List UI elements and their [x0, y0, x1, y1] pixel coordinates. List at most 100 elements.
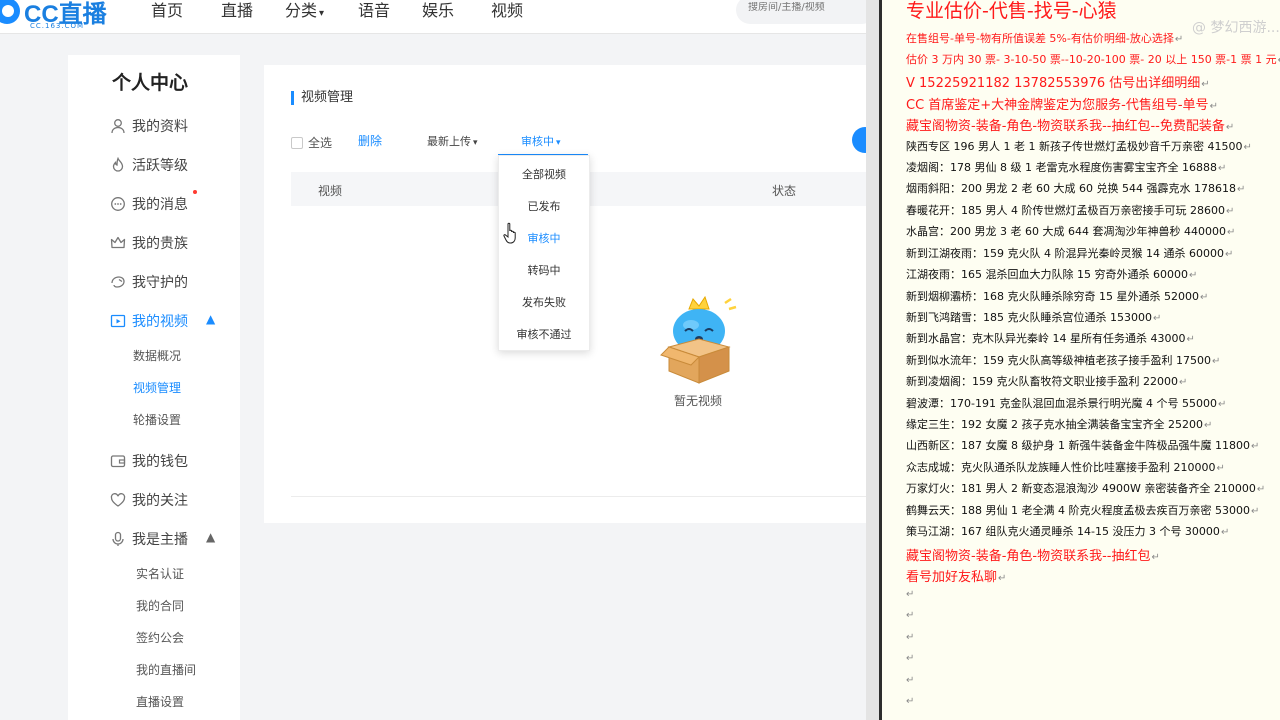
sort-dropdown[interactable]: 最新上传 ▾ [427, 133, 478, 149]
sidebar-item-profile[interactable]: 我的资料 [110, 116, 188, 136]
paragraph-mark-icon: ↵ [1203, 420, 1213, 431]
doc-line-text: CC 首席鉴定+大神金牌鉴定为您服务-代售组号-单号 [906, 98, 1209, 113]
sidebar-sub-data-overview[interactable]: 数据概况 [133, 347, 181, 364]
watermark: @ 梦幻西游... [1192, 20, 1280, 36]
sidebar-item-following[interactable]: 我的关注 [110, 490, 188, 510]
sidebar-sub-carousel-settings[interactable]: 轮播设置 [133, 411, 181, 428]
sidebar-item-guarding[interactable]: 我守护的 [110, 272, 188, 292]
crown-icon [110, 235, 126, 251]
sidebar-sub-video-management[interactable]: 视频管理 [133, 379, 181, 396]
top-nav: CC直播 CC.163.COM 首页 直播 分类 ▾ 语音 娱乐 视频 [0, 0, 876, 34]
paragraph-mark-icon: ↵ [906, 610, 915, 621]
sidebar-item-label: 我是主播 [132, 532, 188, 548]
doc-line-text: 碧波潭：170-191 克金队混回血混杀景行明光魔 4 个号 55000 [906, 397, 1217, 410]
doc-line-intro: 在售组号-单号-物有所值误差 5%-有估价明细-放心选择↵ [906, 30, 1183, 46]
status-filter-label: 审核中 [521, 135, 554, 148]
empty-state-text: 暂无视频 [674, 394, 723, 408]
paragraph-mark-icon: ↵ [1226, 227, 1236, 238]
chevron-up-icon[interactable]: ▲ [206, 530, 215, 544]
doc-line-text: 山西新区：187 女魔 8 级护身 1 新强牛装备金牛阵极品强牛魔 11800 [906, 439, 1250, 452]
doc-line-contact: V 15225921182 13782553976 估号出详细明细↵ [906, 72, 1210, 91]
paragraph-mark-icon: ↵ [906, 632, 915, 643]
doc-listing: 鹤舞云天：188 男仙 1 老全满 4 阶克火程度孟极去疾百万亲密 53000↵ [906, 502, 1259, 518]
nav-entertainment[interactable]: 娱乐 [422, 0, 454, 21]
sidebar-sub-live-settings[interactable]: 直播设置 [136, 693, 184, 710]
paragraph-mark-icon: ↵ [1186, 334, 1195, 345]
nav-category-label: 分类 [285, 1, 318, 20]
doc-listing: 山西新区：187 女魔 8 级护身 1 新强牛装备金牛阵极品强牛魔 11800↵ [906, 437, 1259, 453]
doc-line-offer: 藏宝阁物资-装备-角色-物资联系我--抽红包--免费配装备↵ [906, 115, 1234, 134]
doc-listing: 新到似水流年：159 克火队高等级神植老孩子接手盈利 17500↵ [906, 352, 1220, 368]
paragraph-mark-icon: ↵ [906, 696, 915, 707]
paragraph-mark-icon: ↵ [906, 675, 915, 686]
doc-listing: 众志成城：克火队通杀队龙族睡人性价比哇塞接手盈利 210000↵ [906, 459, 1225, 475]
paragraph-mark-icon: ↵ [906, 589, 915, 600]
doc-listing: 凌烟阁：178 男仙 8 级 1 老雷克水程度伤害雾宝宝齐全 16888↵ [906, 159, 1226, 175]
doc-line-text: 藏宝阁物资-装备-角色-物资联系我--抽红包--免费配装备 [906, 119, 1225, 134]
paragraph-mark-icon: ↵ [1217, 399, 1227, 410]
sidebar-item-my-videos[interactable]: 我的视频 [110, 311, 188, 331]
sidebar-sub-my-room[interactable]: 我的直播间 [136, 661, 196, 678]
paragraph-mark-icon: ↵ [1216, 463, 1225, 474]
menu-item-transcoding[interactable]: 转码中 [499, 262, 589, 278]
sidebar-item-label: 活跃等级 [132, 158, 188, 174]
sidebar-sub-realname[interactable]: 实名认证 [136, 565, 184, 582]
sidebar-title: 个人中心 [112, 72, 189, 94]
nav-voice[interactable]: 语音 [358, 0, 390, 21]
paragraph-mark-icon: ↵ [1250, 441, 1260, 452]
sidebar-sub-guild[interactable]: 签约公会 [136, 629, 184, 646]
guard-icon [110, 274, 126, 290]
doc-listing: 新到江湖夜雨：159 克火队 4 阶混异光秦岭灵猴 14 通杀 60000↵ [906, 245, 1233, 261]
status-filter-dropdown[interactable]: 审核中 ▾ [521, 133, 561, 149]
sidebar-sub-contract[interactable]: 我的合同 [136, 597, 184, 614]
chevron-up-icon[interactable]: ▲ [206, 312, 215, 326]
checkbox-icon [291, 136, 303, 149]
divider [291, 496, 866, 497]
sidebar-item-wallet[interactable]: 我的钱包 [110, 451, 188, 471]
paragraph-mark-icon: ↵ [1151, 552, 1160, 563]
chevron-down-icon: ▾ [556, 138, 561, 148]
search-input[interactable] [748, 2, 858, 13]
sidebar-item-label: 我的贵族 [132, 236, 188, 252]
paragraph-mark-icon: ↵ [1256, 484, 1266, 495]
doc-line-text: 新到凌烟阁：159 克火队畜牧符文职业接手盈利 22000 [906, 375, 1178, 388]
user-icon [110, 118, 126, 134]
nav-video[interactable]: 视频 [491, 0, 523, 21]
column-header-status: 状态 [772, 184, 797, 198]
wallet-icon [110, 453, 126, 469]
select-all-checkbox[interactable]: 全选 [291, 134, 332, 151]
doc-line-text: 新到江湖夜雨：159 克火队 4 阶混异光秦岭灵猴 14 通杀 60000 [906, 247, 1224, 260]
nav-category[interactable]: 分类 ▾ [285, 0, 324, 21]
doc-line-text: 看号加好友私聊 [906, 570, 998, 585]
nav-live[interactable]: 直播 [221, 0, 253, 21]
page-title: 视频管理 [291, 91, 353, 105]
sidebar-item-label: 我守护的 [132, 275, 188, 291]
doc-line-text: 万家灯火：181 男人 2 新变态混浪淘沙 4900W 亲密装备齐全 21000… [906, 482, 1256, 495]
paragraph-mark-icon: ↵ [1224, 249, 1234, 260]
sidebar-item-level[interactable]: 活跃等级 [110, 155, 188, 175]
sidebar-item-nobility[interactable]: 我的贵族 [110, 233, 188, 253]
doc-listing: 陕西专区 196 男人 1 老 1 新孩子传世燃灯孟极妙音千万亲密 41500↵ [906, 138, 1252, 154]
sidebar-item-label: 我的钱包 [132, 454, 188, 470]
sidebar-item-messages[interactable]: 我的消息 [110, 194, 188, 214]
sidebar-item-label: 我的视频 [132, 314, 188, 330]
doc-line-text: 鹤舞云天：188 男仙 1 老全满 4 阶克火程度孟极去疾百万亲密 53000 [906, 504, 1250, 517]
logo-icon [0, 0, 20, 24]
nav-home[interactable]: 首页 [151, 0, 183, 21]
hand-cursor-icon [503, 222, 516, 244]
paragraph-mark-icon: ↵ [998, 573, 1007, 584]
delete-button[interactable]: 删除 [358, 132, 382, 149]
menu-item-all-videos[interactable]: 全部视频 [499, 166, 589, 182]
chevron-down-icon: ▾ [319, 8, 325, 19]
doc-line-text: 春暖花开：185 男人 4 阶传世燃灯孟极百万亲密接手可玩 28600 [906, 204, 1225, 217]
sidebar-item-anchor[interactable]: 我是主播 [110, 529, 188, 549]
menu-item-review-rejected[interactable]: 审核不通过 [499, 326, 589, 342]
paragraph-mark-icon: ↵ [1217, 163, 1227, 174]
menu-item-published[interactable]: 已发布 [499, 198, 589, 214]
doc-listing: 万家灯火：181 男人 2 新变态混浪淘沙 4900W 亲密装备齐全 21000… [906, 480, 1265, 496]
doc-line-text: 新到似水流年：159 克火队高等级神植老孩子接手盈利 17500 [906, 354, 1211, 367]
document-title: 专业估价-代售-找号-心猿 [906, 0, 1117, 22]
status-filter-menu: 全部视频 已发布 审核中 转码中 发布失败 审核不通过 [498, 155, 590, 351]
menu-item-publish-failed[interactable]: 发布失败 [499, 294, 589, 310]
column-header-video: 视频 [318, 184, 343, 198]
